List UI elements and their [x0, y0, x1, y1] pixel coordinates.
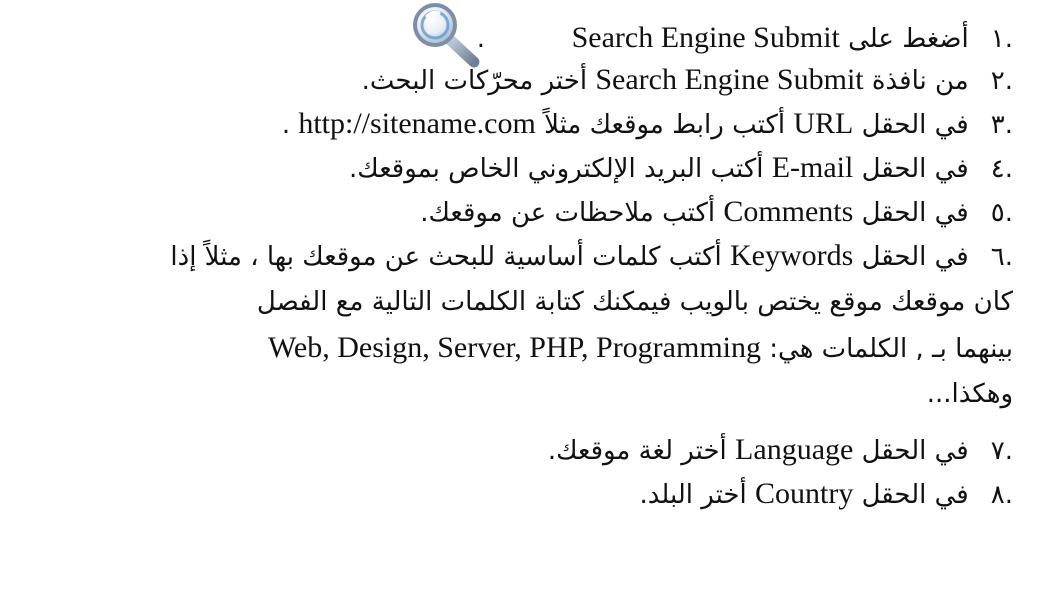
item-text: أختر لغة موقعك.: [547, 436, 727, 466]
list-item: .١ أضغط على Search Engine Submit .: [477, 16, 1013, 61]
item-text: أختر محرّكات البحث.: [361, 66, 588, 96]
item-text: .: [281, 110, 291, 140]
item-text: أكتب البريد الإلكتروني الخاص بموقعك.: [349, 154, 764, 184]
document-page: .١ أضغط على Search Engine Submit . .٢ من…: [0, 0, 1037, 604]
list-item: .٥ في الحقل Comments أكتب ملاحظات عن موق…: [420, 190, 1013, 235]
item-number: .٣: [990, 110, 1013, 140]
item-term: Web, Design, Server, PHP, Programming: [267, 331, 761, 364]
item-text: بينهما بـ , الكلمات هي:: [769, 334, 1013, 364]
item-text: أضغط على: [848, 24, 969, 54]
item-text: أختر البلد.: [639, 480, 747, 510]
item-text: في الحقل: [861, 480, 969, 510]
item-text: أكتب كلمات أساسية للبحث عن موقعك بها ، م…: [170, 242, 722, 272]
item-text: وهكذا...: [926, 379, 1013, 409]
item-term: Country: [754, 477, 854, 510]
item-term: E-mail: [771, 151, 854, 184]
list-item: .٣ في الحقل URL أكتب رابط موقعك مثلاً ht…: [282, 102, 1013, 147]
item-number: .٥: [990, 198, 1013, 228]
item-term: http://sitename.com: [298, 107, 536, 140]
item-term: URL: [793, 107, 854, 140]
item-term: Search Engine Submit: [571, 21, 840, 54]
item-text: أكتب ملاحظات عن موقعك.: [420, 198, 716, 228]
item-term: Keywords: [730, 239, 854, 272]
item-text: في الحقل: [861, 198, 969, 228]
item-number: .٢: [990, 66, 1013, 96]
item-number: .١: [990, 24, 1013, 54]
list-item: .٦ في الحقل Keywords أكتب كلمات أساسية ل…: [170, 234, 1013, 279]
item-term: Comments: [723, 195, 854, 228]
list-item-continuation: بينهما بـ , الكلمات هي: Web, Design, Ser…: [268, 326, 1013, 371]
item-text: في الحقل: [861, 110, 969, 140]
item-text: كان موقعك موقع يختص بالويب فيمكنك كتابة …: [256, 287, 1013, 317]
list-item: .٤ في الحقل E-mail أكتب البريد الإلكترون…: [349, 146, 1013, 191]
list-item: .٨ في الحقل Country أختر البلد.: [639, 472, 1013, 517]
item-number: .٧: [990, 436, 1013, 466]
item-number: .٤: [990, 154, 1013, 184]
item-term: Search Engine Submit: [595, 63, 864, 96]
item-text: في الحقل: [861, 154, 969, 184]
item-text: في الحقل: [861, 436, 969, 466]
item-text: من نافذة: [871, 66, 969, 96]
item-number: .٦: [990, 242, 1013, 272]
list-item-continuation: وهكذا...: [927, 372, 1013, 416]
item-text: أكتب رابط موقعك مثلاً: [544, 110, 786, 140]
item-term: Language: [735, 433, 854, 466]
list-item: .٢ من نافذة Search Engine Submit أختر مح…: [362, 58, 1013, 103]
list-item: .٧ في الحقل Language أختر لغة موقعك.: [548, 428, 1013, 473]
item-number: .٨: [990, 480, 1013, 510]
item-text: في الحقل: [861, 242, 969, 272]
list-item-continuation: كان موقعك موقع يختص بالويب فيمكنك كتابة …: [257, 280, 1013, 324]
item-text: .: [476, 24, 486, 54]
